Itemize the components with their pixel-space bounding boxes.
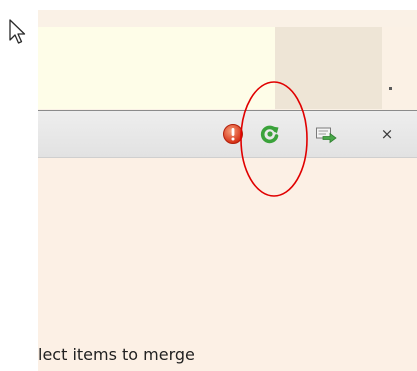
status-text: lect items to merge — [38, 345, 195, 364]
close-button[interactable]: × — [377, 123, 397, 145]
mouse-cursor-icon — [9, 19, 26, 44]
scroll-marker — [389, 87, 392, 90]
scroll-gutter — [275, 27, 382, 109]
screenshot: × lect items to merge — [0, 0, 417, 371]
toolbar: × — [38, 110, 417, 158]
panel-edge — [382, 27, 417, 109]
upper-panel — [38, 27, 275, 109]
error-icon[interactable] — [222, 123, 244, 145]
refresh-icon[interactable] — [259, 123, 281, 145]
content-area — [38, 158, 417, 371]
merge-icon[interactable] — [315, 124, 337, 146]
